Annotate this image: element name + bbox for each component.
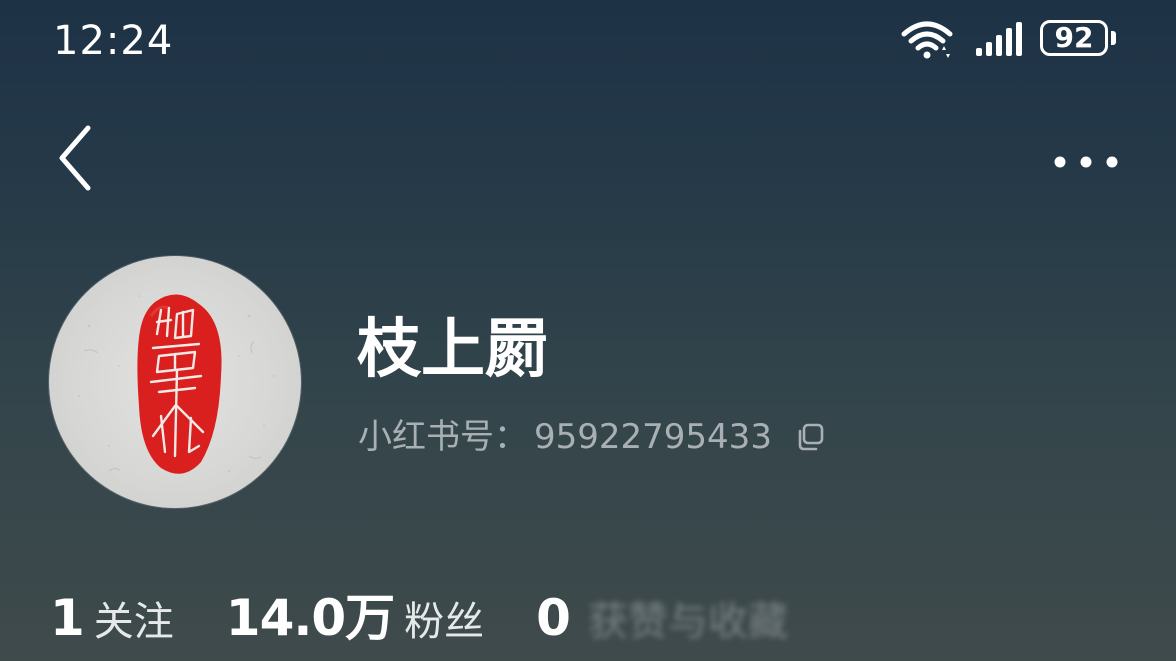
avatar[interactable]	[49, 256, 301, 508]
fans-stat[interactable]: 14.0万 粉丝	[226, 588, 484, 652]
username: 枝上罽	[357, 313, 549, 387]
battery-level: 92	[1054, 21, 1094, 54]
more-horizontal-icon	[1054, 156, 1118, 168]
status-bar: 12:24 92	[0, 0, 1176, 84]
red-seal-avatar	[78, 294, 275, 474]
following-label: 关注	[93, 599, 174, 645]
battery-cap	[1111, 31, 1116, 45]
status-time: 12:24	[53, 18, 174, 64]
battery-body: 92	[1040, 20, 1108, 56]
copy-icon[interactable]	[794, 421, 826, 453]
profile-stats: 1 关注 14.0万 粉丝 0 获赞与收藏	[50, 588, 788, 652]
wifi-icon	[901, 21, 953, 59]
likes-count: 0	[536, 589, 571, 647]
account-id-value: 95922795433	[534, 417, 772, 457]
chevron-left-icon	[59, 125, 91, 191]
following-stat[interactable]: 1 关注	[50, 588, 174, 652]
back-button[interactable]	[50, 120, 102, 196]
fans-label: 粉丝	[404, 599, 485, 645]
battery-indicator: 92	[1040, 20, 1120, 60]
fans-count: 14.0万	[225, 589, 395, 647]
more-button[interactable]	[1048, 140, 1128, 184]
likes-stat[interactable]: 0 获赞与收藏	[536, 588, 788, 652]
account-id-label: 小红书号：	[358, 417, 528, 457]
signal-icon	[976, 22, 1022, 56]
likes-label: 获赞与收藏	[587, 599, 788, 645]
account-id-row: 小红书号： 95922795433	[358, 414, 826, 460]
following-count: 1	[50, 589, 85, 647]
